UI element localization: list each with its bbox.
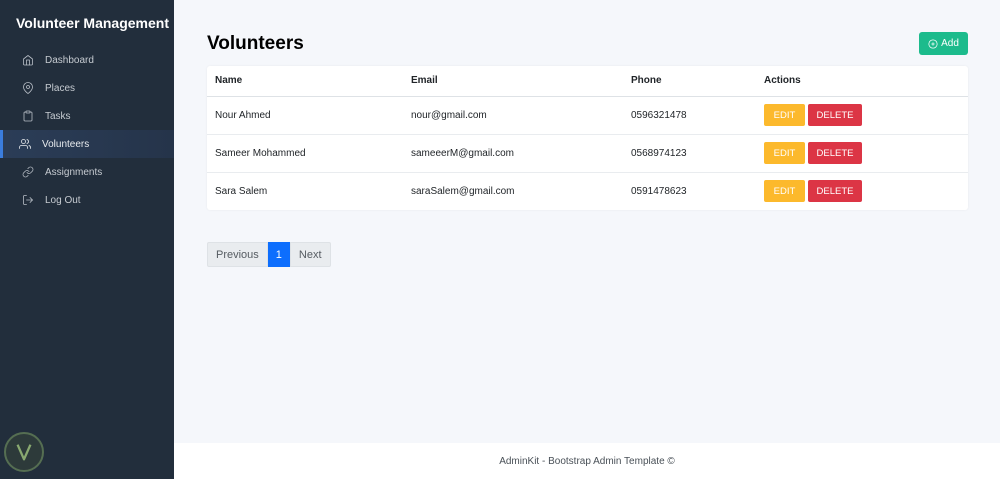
footer-text[interactable]: AdminKit - Bootstrap Admin Template © [499,456,675,467]
cell-phone: 0568974123 [623,134,756,173]
cell-name: Sara Salem [215,185,268,197]
sidebar-item-label: Tasks [45,110,71,122]
column-header-actions: Actions [756,66,968,97]
sidebar-item-tasks[interactable]: Tasks [0,102,174,130]
delete-button[interactable]: DELETE [808,104,862,126]
home-icon [21,53,35,67]
pagination-page-1-button[interactable]: 1 [267,242,290,267]
edit-button[interactable]: EDIT [764,180,805,203]
footer: AdminKit - Bootstrap Admin Template © [174,443,1000,479]
page-title: Volunteers [207,33,304,54]
sidebar-brand[interactable]: Volunteer Management [0,0,174,45]
cell-email: sameeerM@gmail.com [403,134,623,173]
cell-actions: EDIT DELETE [756,172,968,210]
cell-actions: EDIT DELETE [756,96,968,135]
cell-name: Sameer Mohammed [207,134,403,173]
cell-email: saraSalem@gmail.com [411,185,515,197]
sidebar-item-label: Places [45,82,76,94]
pagination-previous-button[interactable]: Previous [207,242,268,267]
sidebar-item-dashboard[interactable]: Dashboard [0,46,174,74]
column-header-email: Email [403,66,623,97]
map-pin-icon [21,81,35,95]
volunteers-table-card: Name Email Phone Actions Nour Ahmed nour… [207,66,968,210]
clipboard-icon [21,109,35,123]
users-icon [18,137,32,151]
log-out-icon [21,193,35,207]
edit-button[interactable]: EDIT [764,142,805,164]
sidebar-nav: Dashboard Places Tasks Volunteers Assign… [0,46,174,214]
sidebar: Volunteer Management Dashboard Places Ta… [0,0,174,479]
table-row: Sameer Mohammed sameeerM@gmail.com 05689… [207,134,968,173]
table-row: Sara Salem saraSalem@gmail.com 059147862… [207,172,968,210]
delete-button[interactable]: DELETE [808,142,862,164]
main-content: Volunteers Add Name Email Phone Actions … [174,0,1000,443]
sidebar-item-label: Volunteers [42,138,90,150]
cell-name: Nour Ahmed [207,96,403,135]
pagination: Previous 1 Next [207,242,331,267]
cell-phone: 0596321478 [623,96,756,135]
table-row: Nour Ahmed nour@gmail.com 0596321478 EDI… [207,96,968,135]
cell-phone: 0591478623 [631,185,687,197]
pagination-next-button[interactable]: Next [289,242,331,267]
leaf-v-icon [16,444,32,461]
column-header-phone: Phone [623,66,756,97]
link-icon [21,165,35,179]
sidebar-item-label: Assignments [45,166,103,178]
sidebar-item-label: Log Out [45,194,81,206]
sidebar-item-places[interactable]: Places [0,74,174,102]
column-header-name: Name [207,66,403,97]
volunteers-table: Name Email Phone Actions Nour Ahmed nour… [207,66,968,210]
sidebar-item-log-out[interactable]: Log Out [0,186,174,214]
cell-email: nour@gmail.com [403,96,623,135]
plus-circle-icon [928,38,938,49]
delete-button[interactable]: DELETE [808,180,862,203]
add-volunteer-button[interactable]: Add [919,32,968,55]
add-button-label: Add [941,38,959,49]
sidebar-item-assignments[interactable]: Assignments [0,158,174,186]
sidebar-item-volunteers[interactable]: Volunteers [0,130,174,158]
edit-button[interactable]: EDIT [764,104,805,126]
cell-actions: EDIT DELETE [756,134,968,173]
sidebar-item-label: Dashboard [45,54,94,66]
table-header-row: Name Email Phone Actions [207,66,968,97]
watermark-logo [4,432,44,472]
